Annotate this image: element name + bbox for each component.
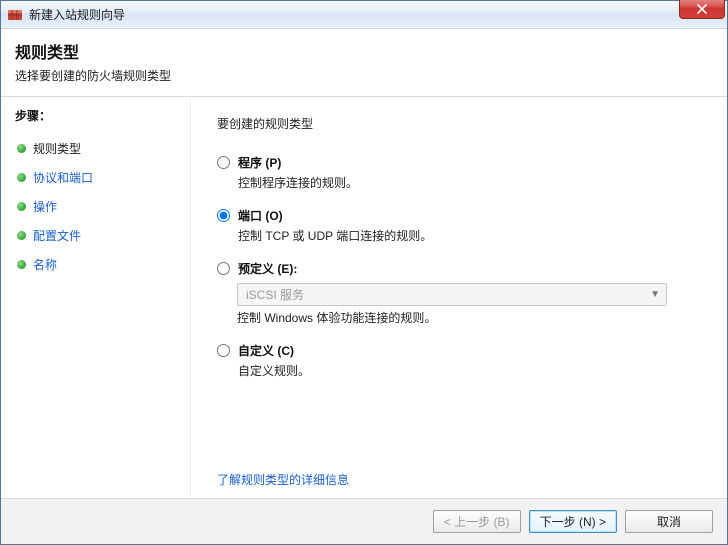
option-label: 预定义 (E): bbox=[238, 260, 297, 277]
step-rule-type[interactable]: 规则类型 bbox=[15, 134, 180, 163]
radio-program[interactable] bbox=[217, 156, 230, 169]
option-predefined: 预定义 (E): iSCSI 服务 ▼ 控制 Windows 体验功能连接的规则… bbox=[217, 260, 701, 326]
select-value: iSCSI 服务 bbox=[246, 286, 304, 303]
option-label: 端口 (O) bbox=[238, 207, 432, 224]
wizard-header: 规则类型 选择要创建的防火墙规则类型 bbox=[1, 29, 727, 97]
option-program: 程序 (P) 控制程序连接的规则。 bbox=[217, 154, 701, 191]
page-title: 规则类型 bbox=[15, 39, 713, 63]
step-profile[interactable]: 配置文件 bbox=[15, 221, 180, 250]
radio-predefined[interactable] bbox=[217, 262, 230, 275]
next-button[interactable]: 下一步 (N) > bbox=[529, 510, 617, 533]
step-label[interactable]: 名称 bbox=[33, 256, 57, 273]
wizard-footer: < 上一步 (B) 下一步 (N) > 取消 bbox=[1, 498, 727, 544]
option-desc: 自定义规则。 bbox=[238, 362, 310, 379]
step-label: 规则类型 bbox=[33, 140, 81, 157]
section-title: 要创建的规则类型 bbox=[217, 115, 701, 132]
step-label[interactable]: 配置文件 bbox=[33, 227, 81, 244]
wizard-window: 新建入站规则向导 规则类型 选择要创建的防火墙规则类型 步骤： 规则类型 协议和… bbox=[0, 0, 728, 545]
wizard-content: 要创建的规则类型 程序 (P) 控制程序连接的规则。 端口 (O) 控制 TCP… bbox=[191, 97, 727, 498]
option-custom: 自定义 (C) 自定义规则。 bbox=[217, 342, 701, 379]
predefined-select[interactable]: iSCSI 服务 ▼ bbox=[237, 283, 667, 306]
option-desc: 控制 Windows 体验功能连接的规则。 bbox=[237, 309, 701, 326]
radio-custom[interactable] bbox=[217, 344, 230, 357]
learn-more: 了解规则类型的详细信息 bbox=[217, 451, 701, 488]
page-subtitle: 选择要创建的防火墙规则类型 bbox=[15, 67, 713, 84]
step-label[interactable]: 操作 bbox=[33, 198, 57, 215]
step-label[interactable]: 协议和端口 bbox=[33, 169, 93, 186]
radio-port[interactable] bbox=[217, 209, 230, 222]
bullet-icon bbox=[17, 173, 26, 182]
bullet-icon bbox=[17, 231, 26, 240]
option-port: 端口 (O) 控制 TCP 或 UDP 端口连接的规则。 bbox=[217, 207, 701, 244]
close-button[interactable] bbox=[679, 0, 725, 19]
bullet-icon bbox=[17, 202, 26, 211]
steps-title: 步骤： bbox=[15, 107, 180, 124]
window-title: 新建入站规则向导 bbox=[29, 6, 125, 23]
steps-sidebar: 步骤： 规则类型 协议和端口 操作 配置文件 名称 bbox=[1, 97, 191, 498]
bullet-icon bbox=[17, 260, 26, 269]
cancel-button[interactable]: 取消 bbox=[625, 510, 713, 533]
option-label: 程序 (P) bbox=[238, 154, 358, 171]
step-name[interactable]: 名称 bbox=[15, 250, 180, 279]
option-label: 自定义 (C) bbox=[238, 342, 310, 359]
bullet-icon bbox=[17, 144, 26, 153]
close-icon bbox=[697, 4, 707, 14]
back-button[interactable]: < 上一步 (B) bbox=[433, 510, 521, 533]
step-protocol-port[interactable]: 协议和端口 bbox=[15, 163, 180, 192]
option-desc: 控制程序连接的规则。 bbox=[238, 174, 358, 191]
rule-type-options: 程序 (P) 控制程序连接的规则。 端口 (O) 控制 TCP 或 UDP 端口… bbox=[217, 154, 701, 379]
option-desc: 控制 TCP 或 UDP 端口连接的规则。 bbox=[238, 227, 432, 244]
chevron-down-icon: ▼ bbox=[650, 289, 660, 300]
firewall-icon bbox=[7, 7, 23, 23]
titlebar: 新建入站规则向导 bbox=[1, 1, 727, 29]
learn-more-link[interactable]: 了解规则类型的详细信息 bbox=[217, 473, 349, 487]
step-action[interactable]: 操作 bbox=[15, 192, 180, 221]
wizard-body: 步骤： 规则类型 协议和端口 操作 配置文件 名称 bbox=[1, 97, 727, 498]
